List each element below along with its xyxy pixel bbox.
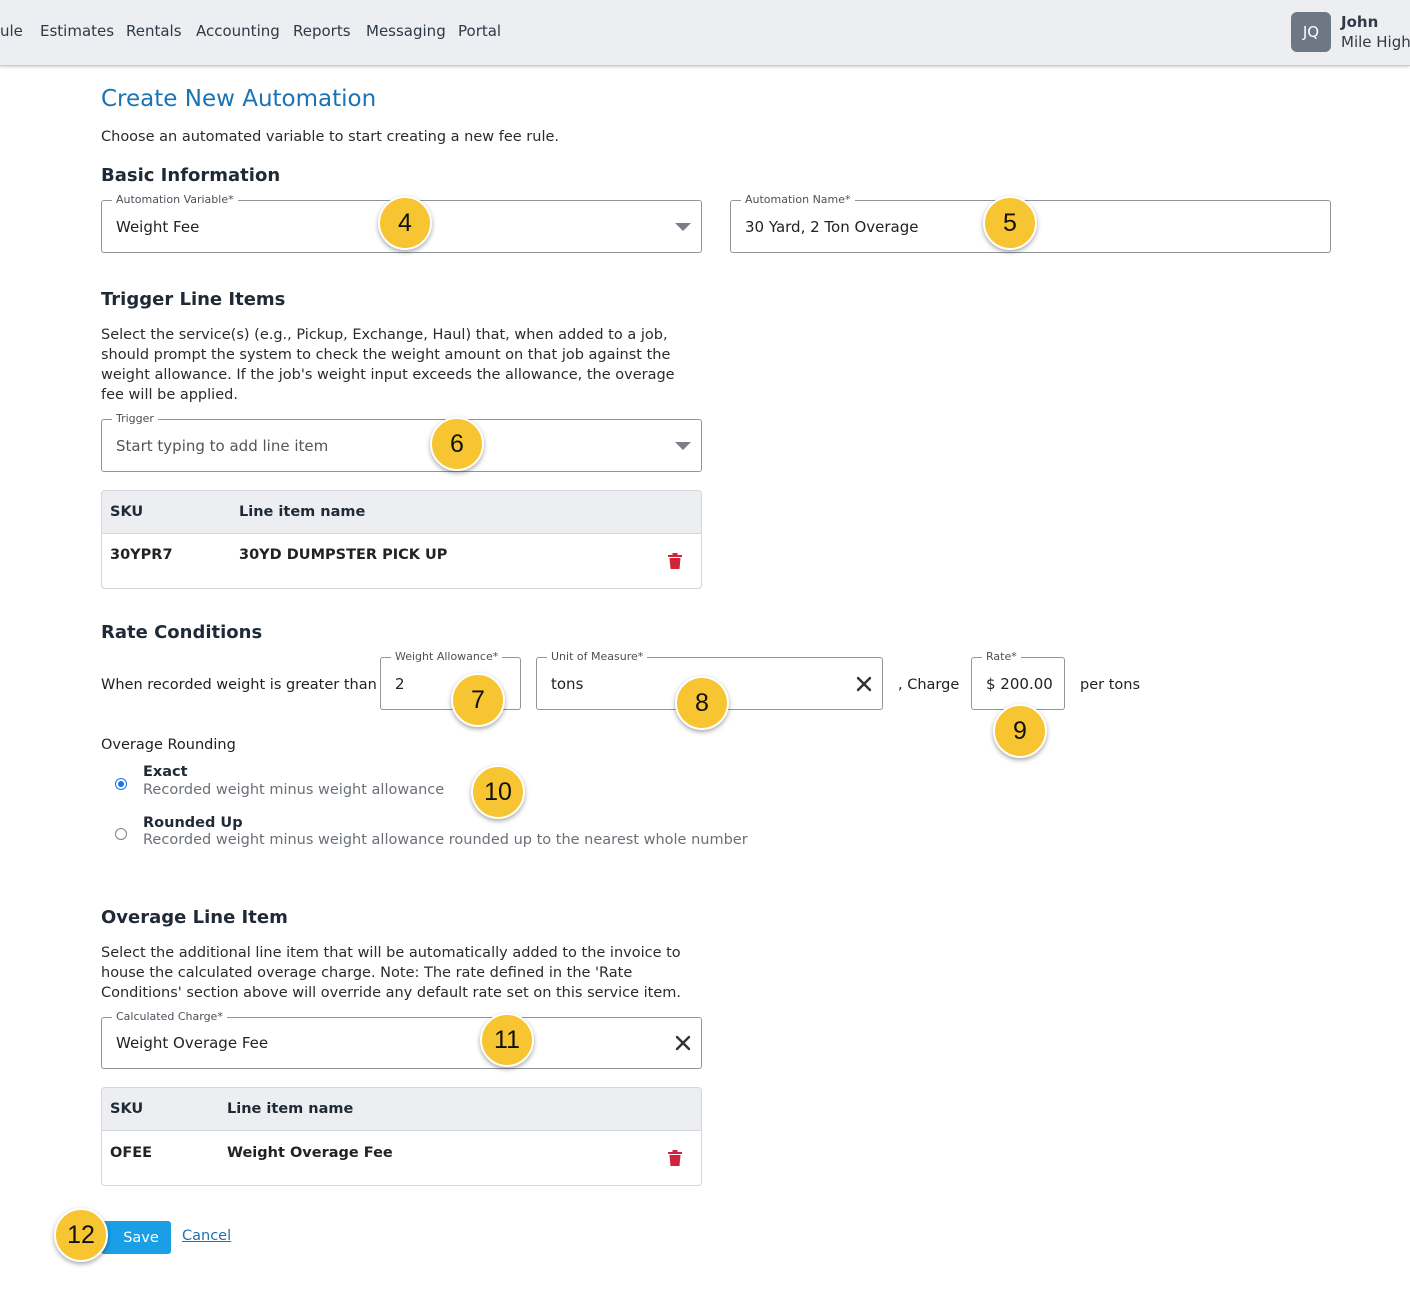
callout-badge-11: 11	[480, 1013, 534, 1067]
radio-exact-title: Exact	[143, 764, 188, 780]
trigger-description: Select the service(s) (e.g., Pickup, Exc…	[101, 327, 675, 403]
calculated-charge-select[interactable]: Calculated Charge* Weight Overage Fee	[101, 1010, 702, 1069]
user-name[interactable]: John	[1341, 13, 1378, 31]
automation-name-label: Automation Name*	[741, 193, 855, 207]
overage-line-item-heading: Overage Line Item	[101, 907, 288, 928]
close-icon[interactable]	[854, 674, 874, 694]
user-company: Mile High	[1341, 33, 1410, 51]
nav-item-messaging[interactable]: Messaging	[366, 22, 446, 40]
table-row-name: Weight Overage Fee	[227, 1145, 393, 1161]
top-nav-bar: ule Estimates Rentals Accounting Reports…	[0, 0, 1410, 66]
calculated-charge-label: Calculated Charge*	[112, 1010, 227, 1024]
radio-exact[interactable]	[115, 778, 127, 790]
rate-value: $ 200.00	[986, 674, 1053, 693]
callout-badge-5: 5	[983, 196, 1037, 250]
callout-badge-4: 4	[378, 196, 432, 250]
page-title: Create New Automation	[101, 86, 377, 112]
nav-item-reports[interactable]: Reports	[293, 22, 351, 40]
overage-line-item-description: Select the additional line item that wil…	[101, 945, 681, 1001]
chevron-down-icon[interactable]	[675, 441, 691, 450]
trigger-items-table: SKU Line item name 30YPR7 30YD DUMPSTER …	[101, 490, 702, 589]
table-row-sku: OFEE	[110, 1145, 153, 1161]
callout-badge-9: 9	[993, 704, 1047, 758]
trash-icon[interactable]	[668, 1150, 682, 1166]
trigger-label: Trigger	[112, 412, 158, 426]
table-header	[102, 491, 701, 534]
rate-condition-prefix: When recorded weight is greater than	[101, 677, 377, 693]
automation-name-value: 30 Yard, 2 Ton Overage	[745, 217, 919, 236]
column-header-line-item-name: Line item name	[239, 504, 366, 520]
trigger-line-items-heading: Trigger Line Items	[101, 289, 286, 310]
nav-item-accounting[interactable]: Accounting	[196, 22, 280, 40]
radio-rounded-up-title: Rounded Up	[143, 815, 243, 831]
callout-badge-8: 8	[675, 676, 729, 730]
page-subtitle: Choose an automated variable to start cr…	[101, 129, 560, 145]
nav-item-rentals[interactable]: Rentals	[126, 22, 182, 40]
callout-badge-12: 12	[54, 1208, 108, 1262]
radio-rounded-up-description: Recorded weight minus weight allowance r…	[143, 832, 748, 848]
callout-badge-10: 10	[471, 765, 525, 819]
trash-icon[interactable]	[668, 553, 682, 569]
weight-allowance-label: Weight Allowance*	[391, 650, 503, 664]
unit-of-measure-value: tons	[551, 674, 584, 693]
weight-allowance-value: 2	[395, 674, 405, 693]
column-header-line-item-name: Line item name	[227, 1101, 354, 1117]
rate-input[interactable]: Rate* $ 200.00	[971, 650, 1065, 710]
column-header-sku: SKU	[110, 504, 144, 520]
column-header-sku: SKU	[110, 1101, 144, 1117]
radio-rounded-up[interactable]	[115, 828, 127, 840]
trigger-placeholder: Start typing to add line item	[116, 436, 329, 455]
overage-items-table: SKU Line item name OFEE Weight Overage F…	[101, 1087, 702, 1186]
radio-exact-description: Recorded weight minus weight allowance	[143, 782, 445, 798]
table-row-sku: 30YPR7	[110, 547, 173, 563]
rate-conditions-heading: Rate Conditions	[101, 622, 263, 643]
save-button[interactable]: Save	[101, 1221, 171, 1254]
charge-text: , Charge	[898, 677, 960, 693]
table-header	[102, 1088, 701, 1131]
user-avatar[interactable]: JQ	[1291, 12, 1331, 52]
unit-of-measure-label: Unit of Measure*	[547, 650, 648, 664]
callout-badge-6: 6	[430, 417, 484, 471]
cancel-link[interactable]: Cancel	[182, 1228, 231, 1244]
nav-item-estimates[interactable]: Estimates	[40, 22, 114, 40]
trigger-select[interactable]: Trigger Start typing to add line item	[101, 412, 702, 472]
calculated-charge-value: Weight Overage Fee	[116, 1034, 269, 1052]
nav-item-portal[interactable]: Portal	[458, 22, 501, 40]
nav-item-schedule[interactable]: ule	[0, 22, 23, 40]
automation-variable-label: Automation Variable*	[112, 193, 238, 207]
chevron-down-icon[interactable]	[675, 222, 691, 231]
rate-label: Rate*	[982, 650, 1021, 664]
rate-suffix: per tons	[1080, 677, 1140, 693]
close-icon[interactable]	[673, 1033, 693, 1053]
table-row-name: 30YD DUMPSTER PICK UP	[239, 547, 448, 563]
overage-rounding-heading: Overage Rounding	[101, 737, 236, 753]
basic-information-heading: Basic Information	[101, 165, 281, 186]
callout-badge-7: 7	[451, 673, 505, 727]
automation-variable-value: Weight Fee	[116, 217, 200, 236]
